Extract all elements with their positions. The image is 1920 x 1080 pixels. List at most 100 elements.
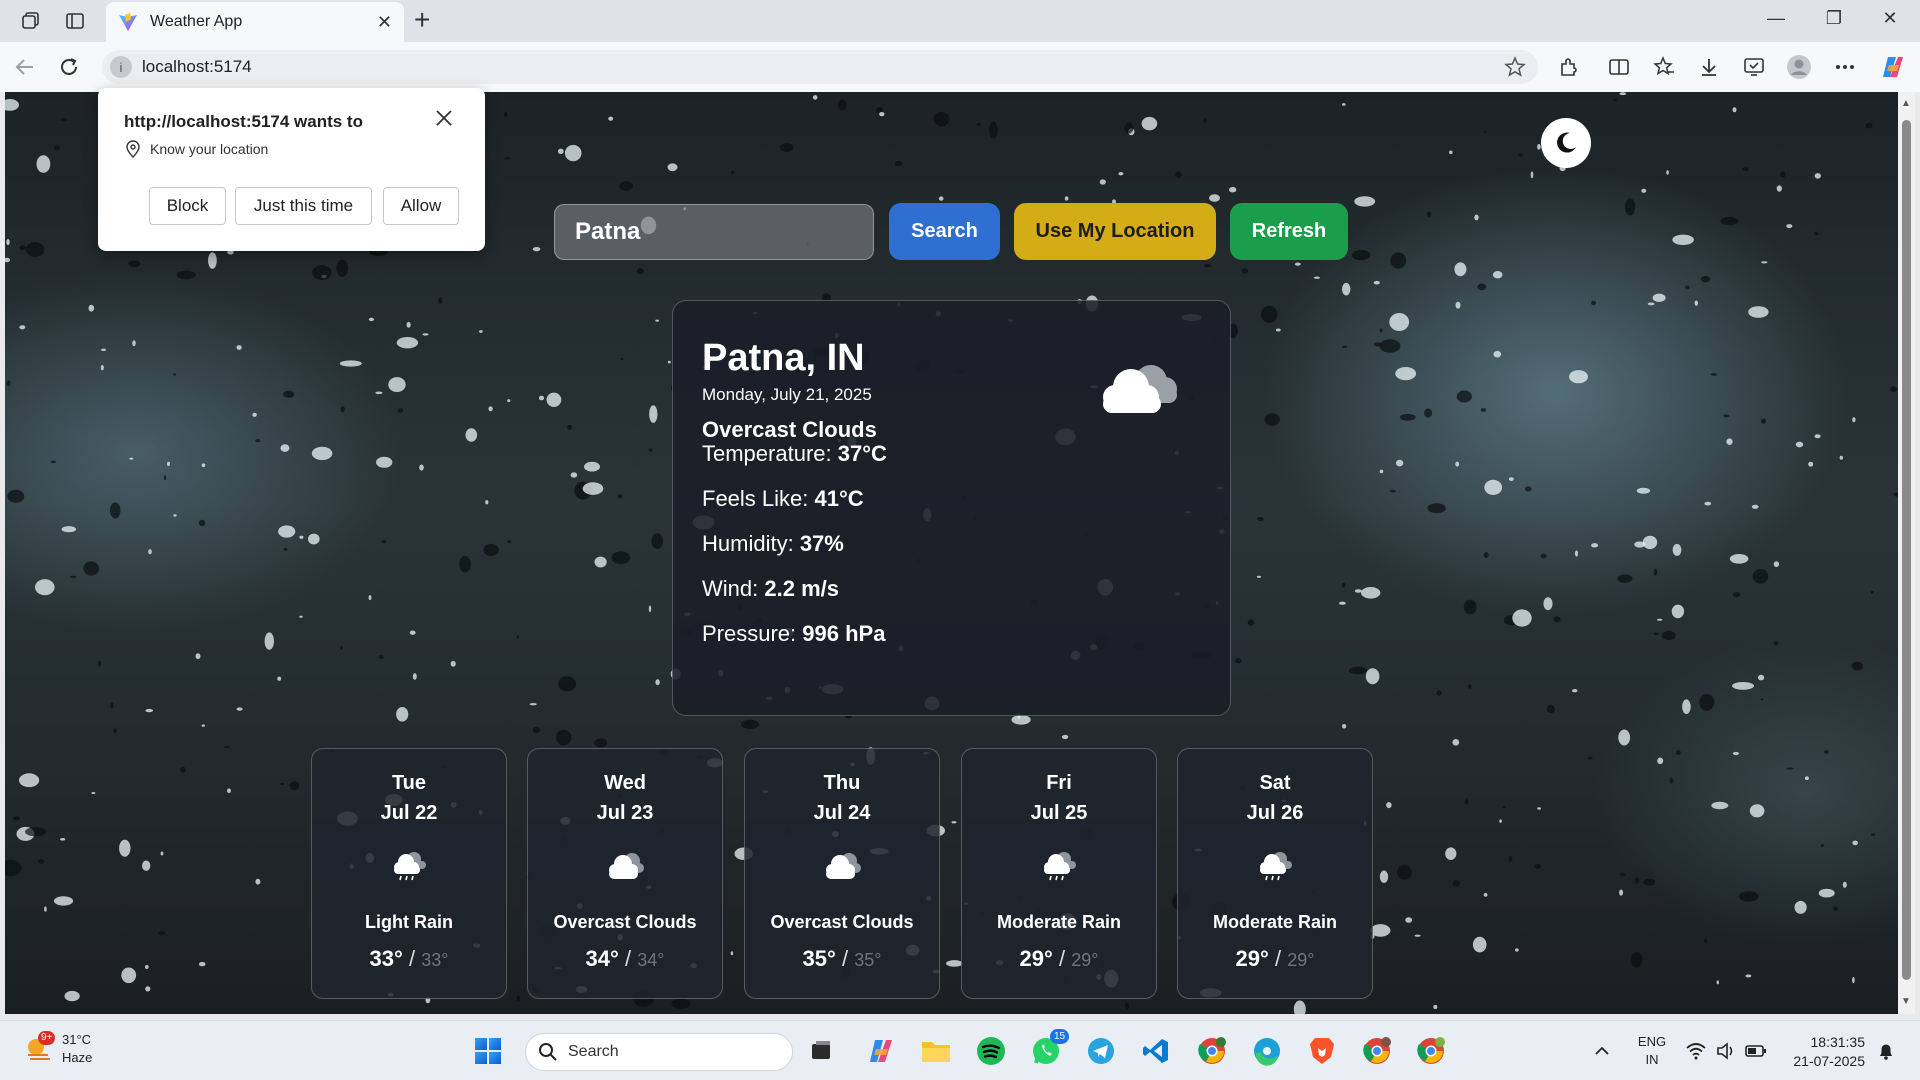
edge-browser-icon[interactable] [1251,1035,1283,1067]
downloads-icon[interactable] [1696,54,1722,80]
raindrop [1675,750,1681,755]
forecast-temps: 33° / 33° [369,946,449,971]
vertical-tabs-icon[interactable] [62,8,88,34]
workspaces-icon[interactable] [18,8,44,34]
raindrop [1275,328,1281,332]
spotify-icon[interactable] [975,1035,1007,1067]
raindrop [1361,587,1381,599]
close-window-icon[interactable]: ✕ [1870,8,1910,29]
search-button[interactable]: Search [889,203,1000,260]
address-bar[interactable]: i localhost:5174 [102,50,1538,84]
raindrop [1752,569,1769,584]
raindrop [1011,715,1031,725]
favorites-icon[interactable] [1651,54,1677,80]
wifi-icon[interactable] [1680,1035,1712,1067]
raindrop [368,595,372,601]
allow-button[interactable]: Allow [383,187,459,225]
show-hidden-icons-chevron-icon[interactable] [1586,1035,1618,1067]
tab-weather-app[interactable]: Weather App ✕ [106,2,404,42]
just-this-time-button[interactable]: Just this time [235,187,372,225]
raindrop [450,660,456,667]
system-clock[interactable]: 18:31:35 21-07-2025 [1785,1033,1865,1071]
extensions-icon[interactable] [1556,54,1582,80]
raindrop [308,533,320,545]
stat-temperature: Temperature: 37°C [702,441,887,466]
minimize-icon[interactable]: — [1756,8,1796,29]
scrollbar-thumb[interactable] [1902,120,1911,980]
raindrop [594,556,607,568]
raindrop [976,123,981,126]
refresh-button[interactable]: Refresh [1230,203,1348,260]
raindrop [1456,390,1472,403]
volume-icon[interactable] [1710,1035,1742,1067]
chrome-profile-icon[interactable] [1196,1035,1228,1067]
cloud-icon [826,853,861,879]
profile-avatar-icon[interactable] [1786,54,1812,80]
browser-essentials-icon[interactable] [1741,54,1767,80]
more-options-icon[interactable] [1832,54,1858,80]
split-screen-icon[interactable] [1606,54,1632,80]
raindrop [195,653,201,660]
restore-icon[interactable]: ❐ [1814,8,1854,29]
sun-haze-icon: 9+ [22,1031,56,1065]
raindrop [88,304,95,312]
raindrop [1732,592,1741,598]
raindrop [128,260,141,267]
weather-desc: Haze [62,1050,93,1065]
block-button[interactable]: Block [149,187,226,225]
chrome-profile-3-icon[interactable] [1415,1035,1447,1067]
city-search-input[interactable]: Patna [554,204,874,260]
raindrop [1294,262,1301,266]
raindrop [1619,889,1624,896]
close-tab-icon[interactable]: ✕ [377,12,392,33]
whatsapp-icon[interactable]: 15 [1030,1029,1070,1067]
raindrop [277,676,282,681]
permission-message: http://localhost:5174 wants to [124,112,363,131]
raindrop [1534,863,1541,869]
close-popup-icon[interactable] [434,108,454,133]
favorite-star-icon[interactable] [1504,56,1526,83]
raindrop [1546,704,1555,714]
notification-bell-icon[interactable] [1870,1035,1902,1067]
raindrop [83,561,100,576]
windows-start-icon[interactable] [472,1035,504,1067]
chrome-profile-2-icon[interactable] [1361,1035,1393,1067]
brave-icon[interactable] [1306,1035,1338,1067]
raindrop [584,461,600,472]
taskbar-search[interactable]: Search [525,1033,793,1071]
copilot-taskbar-icon[interactable] [865,1035,897,1067]
forecast-card: Tue Jul 22 Light Rain 33° / 33° [311,748,507,999]
telegram-icon[interactable] [1085,1035,1117,1067]
raindrop [483,543,499,557]
raindrop [1124,122,1134,134]
use-my-location-button[interactable]: Use My Location [1014,203,1216,260]
raindrop [1474,214,1479,221]
reload-icon[interactable] [56,54,82,80]
raindrop [312,265,332,281]
dark-mode-toggle[interactable] [1541,118,1591,168]
raindrop [1833,906,1838,911]
battery-icon[interactable] [1740,1035,1772,1067]
vscode-icon[interactable] [1140,1035,1172,1067]
raindrop [340,646,343,650]
site-info-icon[interactable]: i [110,56,132,78]
raindrop [132,340,136,347]
language-indicator[interactable]: ENG IN [1632,1033,1672,1069]
raindrop [1852,417,1856,423]
raindrop [1365,668,1380,685]
weather-widget[interactable]: 9+ 31°C Haze [22,1031,92,1067]
new-tab-button[interactable]: + [414,6,430,34]
task-view-icon[interactable] [805,1035,837,1067]
page-scrollbar[interactable]: ▲ ▼ [1898,92,1915,1014]
raindrop [989,121,998,139]
raindrop [396,337,419,349]
raindrop [1342,724,1347,729]
copilot-icon[interactable] [1880,54,1906,80]
back-icon[interactable] [12,54,38,80]
raindrop [236,345,242,350]
raindrop [54,145,61,150]
file-explorer-icon[interactable] [920,1035,952,1067]
raindrop [388,377,406,393]
raindrop [422,333,429,336]
region-code: IN [1645,1052,1659,1067]
